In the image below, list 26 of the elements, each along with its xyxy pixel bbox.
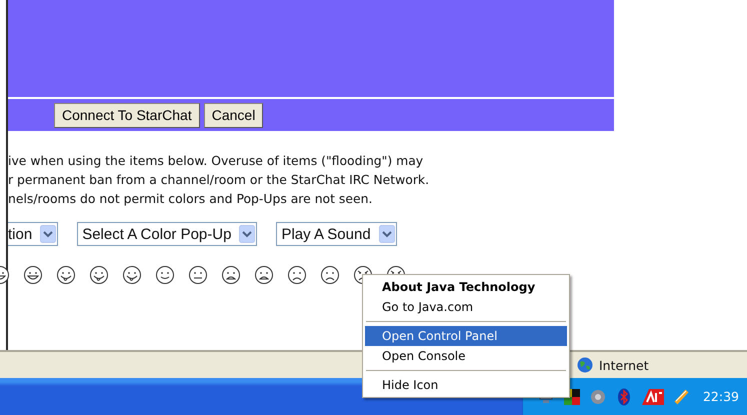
smiley-icon[interactable] [155, 265, 175, 285]
menu-item[interactable]: Open Control Panel [365, 326, 567, 346]
menu-item[interactable]: Hide Icon [365, 375, 567, 395]
notice-text: nels/rooms do not permit colors and Pop-Ups are not seen. [8, 190, 374, 208]
smiley-icon[interactable] [254, 265, 274, 285]
notice-text: r permanent ban from a channel/room or the StarChat IRC Network. [8, 171, 430, 189]
dialog-button[interactable]: Connect To StarChat [54, 102, 200, 128]
dropdown[interactable]: Play A Sound [276, 222, 397, 246]
notice-text: ive when using the items below. Overuse of items ("flooding") may [8, 152, 424, 170]
smiley-icon[interactable] [56, 265, 76, 285]
smiley-icon[interactable] [287, 265, 307, 285]
dropdown[interactable]: Select A Color Pop-Up [77, 222, 258, 246]
smiley-icon[interactable] [122, 265, 142, 285]
smiley-icon[interactable] [23, 265, 43, 285]
smiley-icon[interactable] [89, 265, 109, 285]
dropdown[interactable]: tion [8, 222, 58, 246]
menu-item[interactable]: Go to Java.com [365, 297, 567, 317]
dialog-button[interactable]: Cancel [204, 102, 264, 128]
smiley-icon[interactable] [320, 265, 340, 285]
menu-item[interactable]: About Java Technology [365, 277, 567, 297]
menu-item[interactable]: Open Console [365, 346, 567, 366]
graphics-logo-icon[interactable] [640, 388, 665, 406]
globe-icon [577, 357, 593, 373]
zone-label: Internet [599, 358, 649, 372]
smiley-icon[interactable] [188, 265, 208, 285]
smiley-icon[interactable] [221, 265, 241, 285]
